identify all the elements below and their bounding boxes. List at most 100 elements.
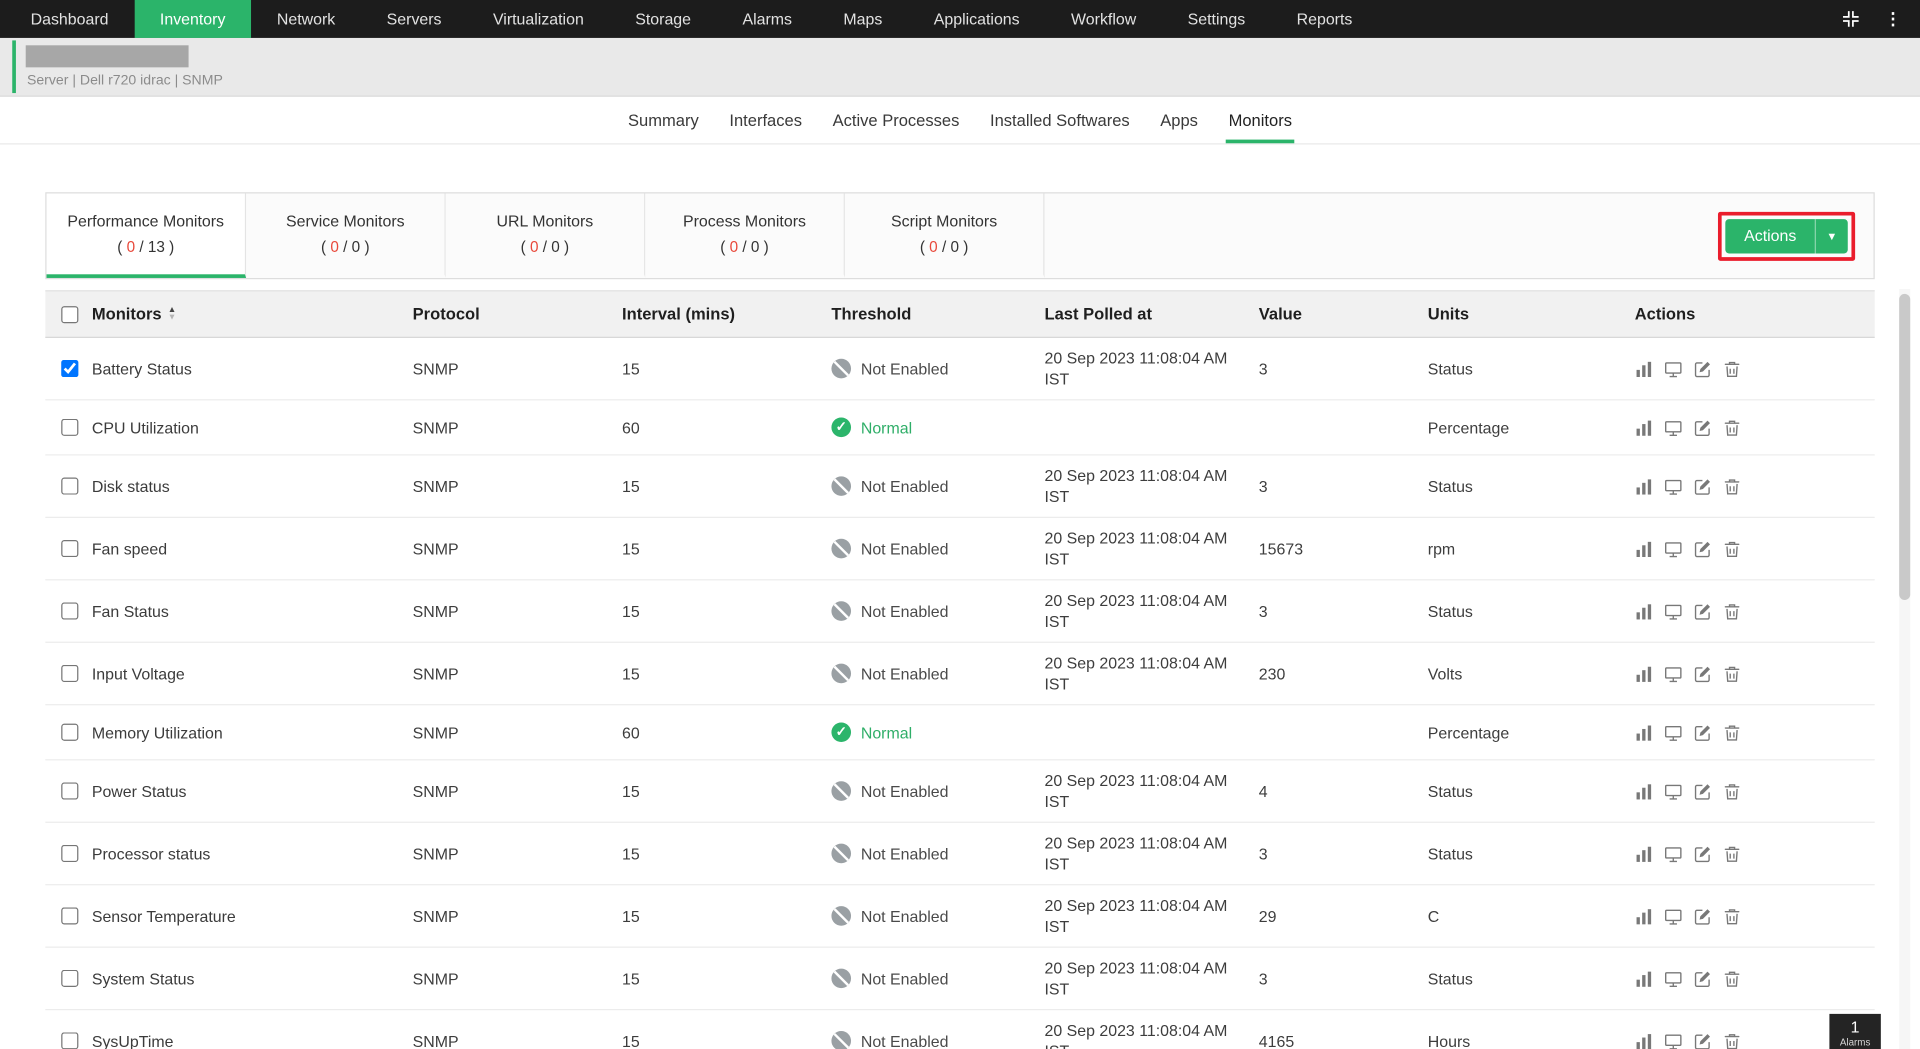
edit-icon[interactable] — [1693, 723, 1711, 741]
monitor-tab[interactable]: Performance Monitors ( 0 / 13 ) — [46, 193, 247, 278]
monitor-name[interactable]: Processor status — [92, 843, 413, 864]
nav-item[interactable]: Maps — [818, 0, 908, 38]
delete-icon[interactable] — [1723, 539, 1741, 557]
monitor-display-icon[interactable] — [1664, 723, 1682, 741]
monitor-name[interactable]: Power Status — [92, 781, 413, 802]
chart-icon[interactable] — [1635, 602, 1653, 620]
edit-icon[interactable] — [1693, 477, 1711, 495]
monitor-name[interactable]: Battery Status — [92, 358, 413, 379]
monitor-name[interactable]: Fan Status — [92, 601, 413, 622]
monitor-name[interactable]: SysUpTime — [92, 1030, 413, 1049]
monitor-name[interactable]: CPU Utilization — [92, 417, 413, 438]
delete-icon[interactable] — [1723, 844, 1741, 862]
monitor-display-icon[interactable] — [1664, 907, 1682, 925]
delete-icon[interactable] — [1723, 782, 1741, 800]
chart-icon[interactable] — [1635, 664, 1653, 682]
row-checkbox[interactable] — [60, 907, 78, 925]
row-checkbox[interactable] — [60, 1032, 78, 1049]
page-tab[interactable]: Summary — [626, 97, 702, 144]
edit-icon[interactable] — [1693, 969, 1711, 987]
nav-item[interactable]: Settings — [1162, 0, 1271, 38]
monitor-tab[interactable]: Process Monitors ( 0 / 0 ) — [645, 193, 845, 278]
monitor-tab[interactable]: URL Monitors ( 0 / 0 ) — [445, 193, 646, 278]
monitor-name[interactable]: System Status — [92, 968, 413, 989]
delete-icon[interactable] — [1723, 602, 1741, 620]
chart-icon[interactable] — [1635, 418, 1653, 436]
row-checkbox[interactable] — [60, 844, 78, 863]
chart-icon[interactable] — [1635, 539, 1653, 557]
monitor-name[interactable]: Input Voltage — [92, 663, 413, 684]
delete-icon[interactable] — [1723, 477, 1741, 495]
row-checkbox[interactable] — [60, 477, 78, 495]
monitor-tab[interactable]: Script Monitors ( 0 / 0 ) — [844, 193, 1045, 278]
row-checkbox[interactable] — [60, 782, 78, 800]
monitor-name[interactable]: Disk status — [92, 476, 413, 497]
select-all-checkbox[interactable] — [60, 305, 78, 323]
nav-item[interactable]: Reports — [1271, 0, 1378, 38]
edit-icon[interactable] — [1693, 664, 1711, 682]
edit-icon[interactable] — [1693, 602, 1711, 620]
chart-icon[interactable] — [1635, 969, 1653, 987]
edit-icon[interactable] — [1693, 1032, 1711, 1049]
row-checkbox[interactable] — [60, 418, 78, 436]
page-tab[interactable]: Monitors — [1226, 97, 1295, 144]
chart-icon[interactable] — [1635, 1032, 1653, 1049]
chart-icon[interactable] — [1635, 844, 1653, 862]
nav-item[interactable]: Workflow — [1045, 0, 1162, 38]
monitor-display-icon[interactable] — [1664, 844, 1682, 862]
nav-item[interactable]: Alarms — [717, 0, 818, 38]
delete-icon[interactable] — [1723, 969, 1741, 987]
header-monitors[interactable]: Monitors ▲ ▼ — [92, 305, 413, 323]
delete-icon[interactable] — [1723, 723, 1741, 741]
monitor-display-icon[interactable] — [1664, 477, 1682, 495]
monitor-display-icon[interactable] — [1664, 664, 1682, 682]
edit-icon[interactable] — [1693, 782, 1711, 800]
nav-item[interactable]: Dashboard — [5, 0, 134, 38]
chart-icon[interactable] — [1635, 782, 1653, 800]
monitor-name[interactable]: Sensor Temperature — [92, 906, 413, 927]
delete-icon[interactable] — [1723, 359, 1741, 377]
nav-item[interactable]: Inventory — [134, 0, 252, 38]
chart-icon[interactable] — [1635, 359, 1653, 377]
delete-icon[interactable] — [1723, 418, 1741, 436]
row-checkbox[interactable] — [60, 969, 78, 987]
collapse-fullscreen-icon[interactable] — [1839, 8, 1861, 30]
edit-icon[interactable] — [1693, 359, 1711, 377]
kebab-menu-icon[interactable]: ⋮ — [1882, 8, 1904, 30]
alarms-badge[interactable]: 1 Alarms — [1829, 1013, 1881, 1049]
monitor-display-icon[interactable] — [1664, 418, 1682, 436]
row-checkbox[interactable] — [60, 540, 78, 558]
actions-button[interactable]: Actions ▼ — [1725, 218, 1848, 253]
monitor-tab[interactable]: Service Monitors ( 0 / 0 ) — [246, 193, 446, 278]
row-checkbox[interactable] — [60, 360, 78, 378]
row-checkbox[interactable] — [60, 664, 78, 683]
scrollbar-thumb[interactable] — [1899, 293, 1911, 601]
nav-item[interactable]: Storage — [610, 0, 717, 38]
edit-icon[interactable] — [1693, 539, 1711, 557]
edit-icon[interactable] — [1693, 844, 1711, 862]
delete-icon[interactable] — [1723, 664, 1741, 682]
monitor-display-icon[interactable] — [1664, 359, 1682, 377]
edit-icon[interactable] — [1693, 907, 1711, 925]
row-checkbox[interactable] — [60, 602, 78, 620]
monitor-display-icon[interactable] — [1664, 782, 1682, 800]
chart-icon[interactable] — [1635, 477, 1653, 495]
nav-item[interactable]: Applications — [908, 0, 1045, 38]
chart-icon[interactable] — [1635, 723, 1653, 741]
scrollbar-track[interactable] — [1899, 288, 1911, 1049]
monitor-display-icon[interactable] — [1664, 969, 1682, 987]
monitor-display-icon[interactable] — [1664, 539, 1682, 557]
monitor-display-icon[interactable] — [1664, 1032, 1682, 1049]
monitor-display-icon[interactable] — [1664, 602, 1682, 620]
delete-icon[interactable] — [1723, 907, 1741, 925]
nav-item[interactable]: Servers — [361, 0, 467, 38]
page-tab[interactable]: Interfaces — [727, 97, 804, 144]
actions-caret-icon[interactable]: ▼ — [1814, 218, 1848, 253]
monitor-name[interactable]: Fan speed — [92, 538, 413, 559]
monitor-name[interactable]: Memory Utilization — [92, 722, 413, 743]
page-tab[interactable]: Apps — [1158, 97, 1201, 144]
page-tab[interactable]: Installed Softwares — [988, 97, 1133, 144]
page-tab[interactable]: Active Processes — [830, 97, 962, 144]
actions-button-label[interactable]: Actions — [1726, 219, 1815, 253]
sort-icon[interactable]: ▲ ▼ — [168, 306, 176, 322]
